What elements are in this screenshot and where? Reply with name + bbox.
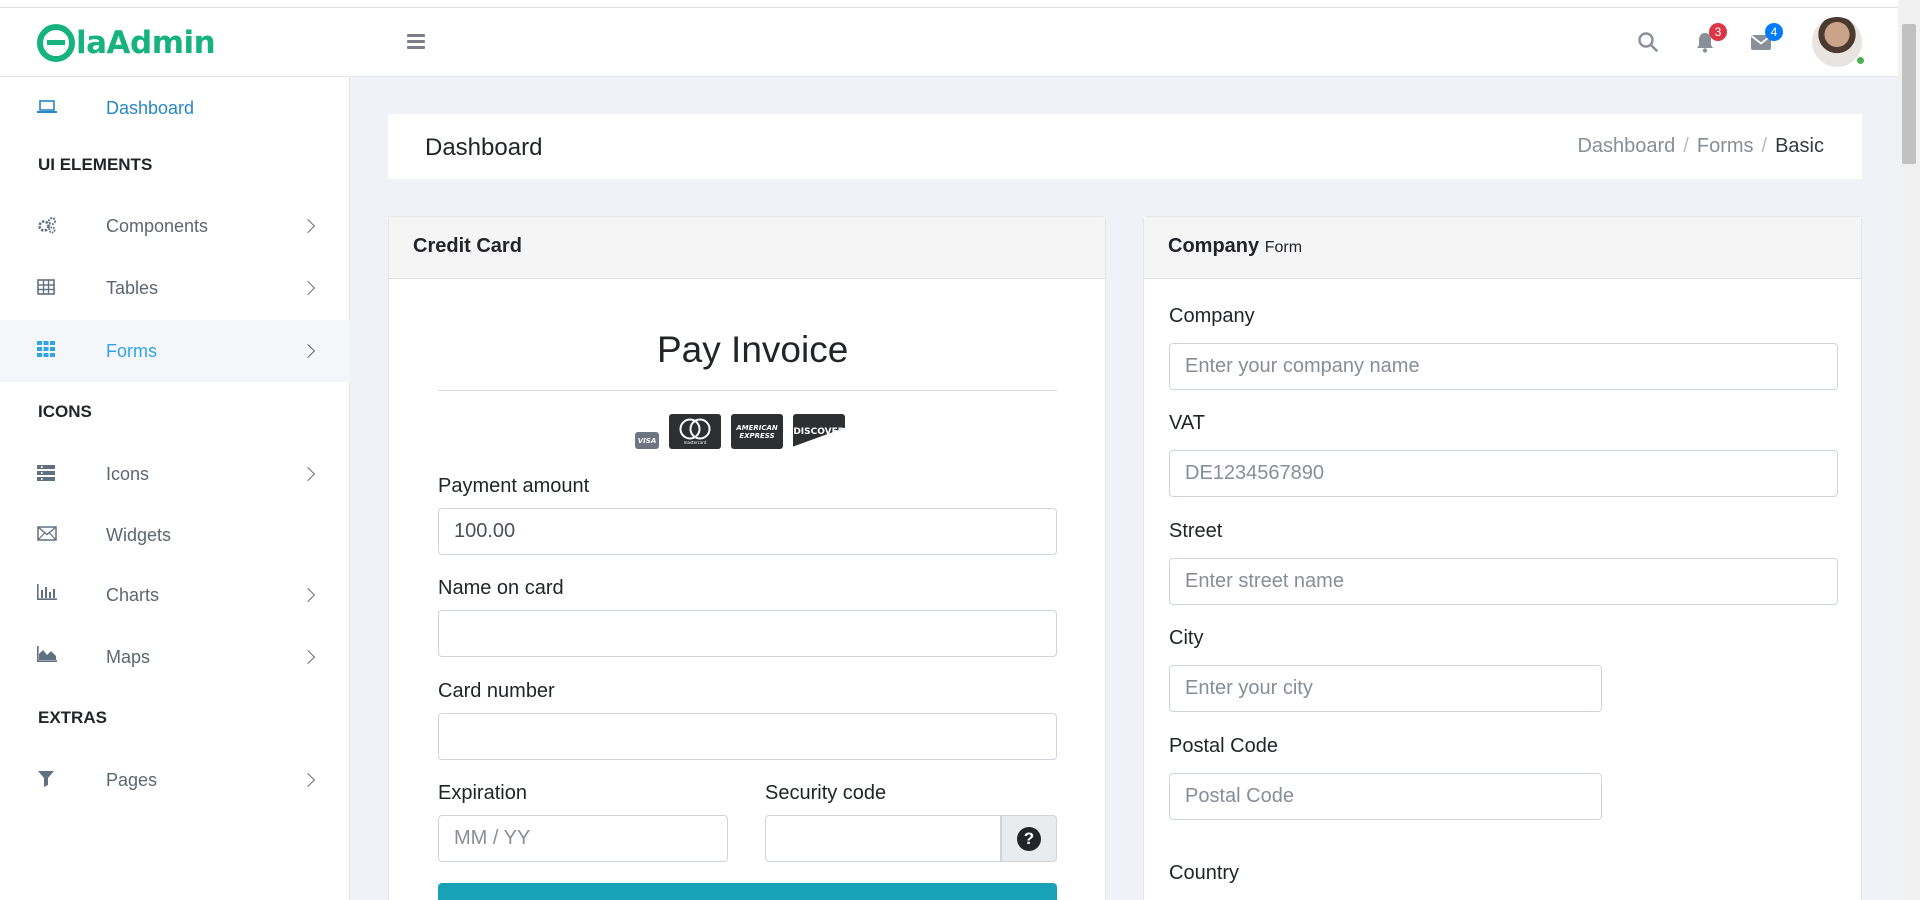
- sidebar-item-label: Pages: [106, 769, 158, 790]
- grid-icon: [37, 341, 57, 359]
- sidebar-item-widgets[interactable]: Widgets: [0, 504, 350, 566]
- pay-button[interactable]: [438, 883, 1057, 900]
- security-code-input[interactable]: [765, 815, 1001, 862]
- sidebar-item-label: Icons: [106, 463, 150, 484]
- sidebar-item-pages[interactable]: Pages: [0, 749, 350, 811]
- expiration-input[interactable]: [438, 815, 728, 862]
- breadcrumb-dashboard[interactable]: Dashboard: [1577, 135, 1675, 158]
- envelope-icon: [37, 526, 57, 544]
- accepted-cards: VISA mastercard AMERICAN EXPRESS DISCOVE…: [635, 414, 845, 449]
- message-count-badge: 4: [1765, 23, 1783, 41]
- card-subtitle: Form: [1264, 239, 1303, 256]
- postal-code-label: Postal Code: [1169, 735, 1278, 757]
- list-icon: [37, 465, 57, 483]
- filter-icon: [37, 770, 57, 788]
- card-title: Company: [1168, 235, 1260, 257]
- breadcrumb-current: Basic: [1775, 135, 1824, 157]
- card-header: Credit Card: [389, 217, 1105, 279]
- payment-amount-label: Payment amount: [438, 475, 590, 497]
- city-input[interactable]: [1169, 665, 1602, 712]
- expiration-label: Expiration: [438, 782, 527, 804]
- scrollbar-thumb[interactable]: [1902, 24, 1916, 164]
- question-circle-icon: ?: [1017, 826, 1041, 851]
- sidebar-item-tables[interactable]: Tables: [0, 257, 350, 319]
- name-on-card-input[interactable]: [438, 610, 1057, 657]
- vat-label: VAT: [1169, 412, 1205, 434]
- sidebar-item-components[interactable]: Components: [0, 195, 350, 257]
- sidebar-item-forms[interactable]: Forms: [0, 320, 350, 382]
- sidebar-item-label: Widgets: [106, 524, 172, 545]
- notifications-bell-icon[interactable]: 3: [1694, 23, 1727, 55]
- chevron-right-icon: [300, 280, 316, 296]
- breadcrumb: Dashboard / Forms / Basic: [1577, 135, 1824, 158]
- user-avatar[interactable]: [1812, 17, 1866, 67]
- card-title: Credit Card: [413, 235, 522, 257]
- browser-top-line: [0, 0, 1920, 8]
- cogs-icon: [37, 216, 57, 234]
- page-title-bar: Dashboard Dashboard / Forms / Basic: [388, 114, 1862, 179]
- chevron-right-icon: [300, 772, 316, 788]
- page-title: Dashboard: [425, 134, 543, 161]
- table-icon: [37, 279, 57, 297]
- pay-invoice-title: Pay Invoice: [657, 329, 849, 370]
- name-on-card-label: Name on card: [438, 577, 564, 599]
- chevron-right-icon: [300, 649, 316, 665]
- search-icon[interactable]: [1637, 31, 1661, 55]
- sidebar-item-label: Components: [106, 215, 209, 236]
- section-heading-ui-elements: UI ELEMENTS: [38, 155, 153, 174]
- country-label: Country: [1169, 862, 1240, 884]
- laptop-icon: [37, 99, 57, 117]
- sidebar-item-label: Dashboard: [106, 97, 195, 118]
- card-number-label: Card number: [438, 680, 555, 702]
- breadcrumb-separator: /: [1683, 135, 1689, 157]
- page-scrollbar[interactable]: [1898, 0, 1920, 900]
- company-form-panel: Company Form Company VAT Street City Pos…: [1143, 216, 1862, 900]
- app-logo[interactable]: laAdmin: [37, 23, 216, 63]
- top-header: laAdmin 3 4: [0, 8, 1898, 77]
- credit-card-panel: Credit Card Pay Invoice VISA mastercard …: [388, 216, 1106, 900]
- visa-card-icon: VISA: [635, 432, 659, 449]
- company-input[interactable]: [1169, 343, 1838, 390]
- sidebar-item-icons[interactable]: Icons: [0, 443, 350, 505]
- city-label: City: [1169, 627, 1204, 649]
- card-header: Company Form: [1144, 217, 1861, 279]
- sidebar: Dashboard UI ELEMENTS Components Tables …: [0, 77, 350, 900]
- sidebar-item-label: Forms: [106, 340, 157, 361]
- section-heading-icons: ICONS: [38, 402, 92, 421]
- security-code-help-button[interactable]: ?: [1001, 815, 1057, 862]
- sidebar-item-label: Charts: [106, 584, 160, 605]
- mastercard-card-icon: mastercard: [669, 414, 721, 449]
- bar-chart-icon: [37, 584, 57, 602]
- menu-toggle-icon[interactable]: [407, 34, 425, 50]
- logo-e-mark: [37, 24, 75, 62]
- chevron-right-icon: [300, 343, 316, 359]
- online-status-dot: [1855, 55, 1866, 66]
- chevron-right-icon: [300, 587, 316, 603]
- payment-amount-input[interactable]: [438, 508, 1057, 555]
- sidebar-item-dashboard[interactable]: Dashboard: [0, 77, 350, 139]
- section-heading-extras: EXTRAS: [38, 708, 107, 727]
- sidebar-item-label: Maps: [106, 646, 151, 667]
- breadcrumb-forms[interactable]: Forms: [1697, 135, 1754, 158]
- sidebar-item-maps[interactable]: Maps: [0, 626, 350, 688]
- area-chart-icon: [37, 646, 57, 664]
- vat-input[interactable]: [1169, 450, 1838, 497]
- sidebar-item-label: Tables: [106, 277, 159, 298]
- chevron-right-icon: [300, 466, 316, 482]
- card-number-input[interactable]: [438, 713, 1057, 760]
- messages-envelope-icon[interactable]: 4: [1750, 23, 1783, 55]
- security-code-label: Security code: [765, 782, 887, 804]
- sidebar-item-charts[interactable]: Charts: [0, 564, 350, 626]
- breadcrumb-separator: /: [1761, 135, 1768, 157]
- divider: [438, 390, 1057, 391]
- logo-text: laAdmin: [76, 25, 216, 61]
- chevron-right-icon: [300, 218, 316, 234]
- amex-card-icon: AMERICAN EXPRESS: [731, 414, 783, 449]
- street-input[interactable]: [1169, 558, 1838, 605]
- company-label: Company: [1169, 305, 1255, 327]
- postal-code-input[interactable]: [1169, 773, 1602, 820]
- notification-count-badge: 3: [1709, 23, 1727, 41]
- street-label: Street: [1169, 520, 1223, 542]
- discover-card-icon: DISCOVER: [793, 414, 845, 449]
